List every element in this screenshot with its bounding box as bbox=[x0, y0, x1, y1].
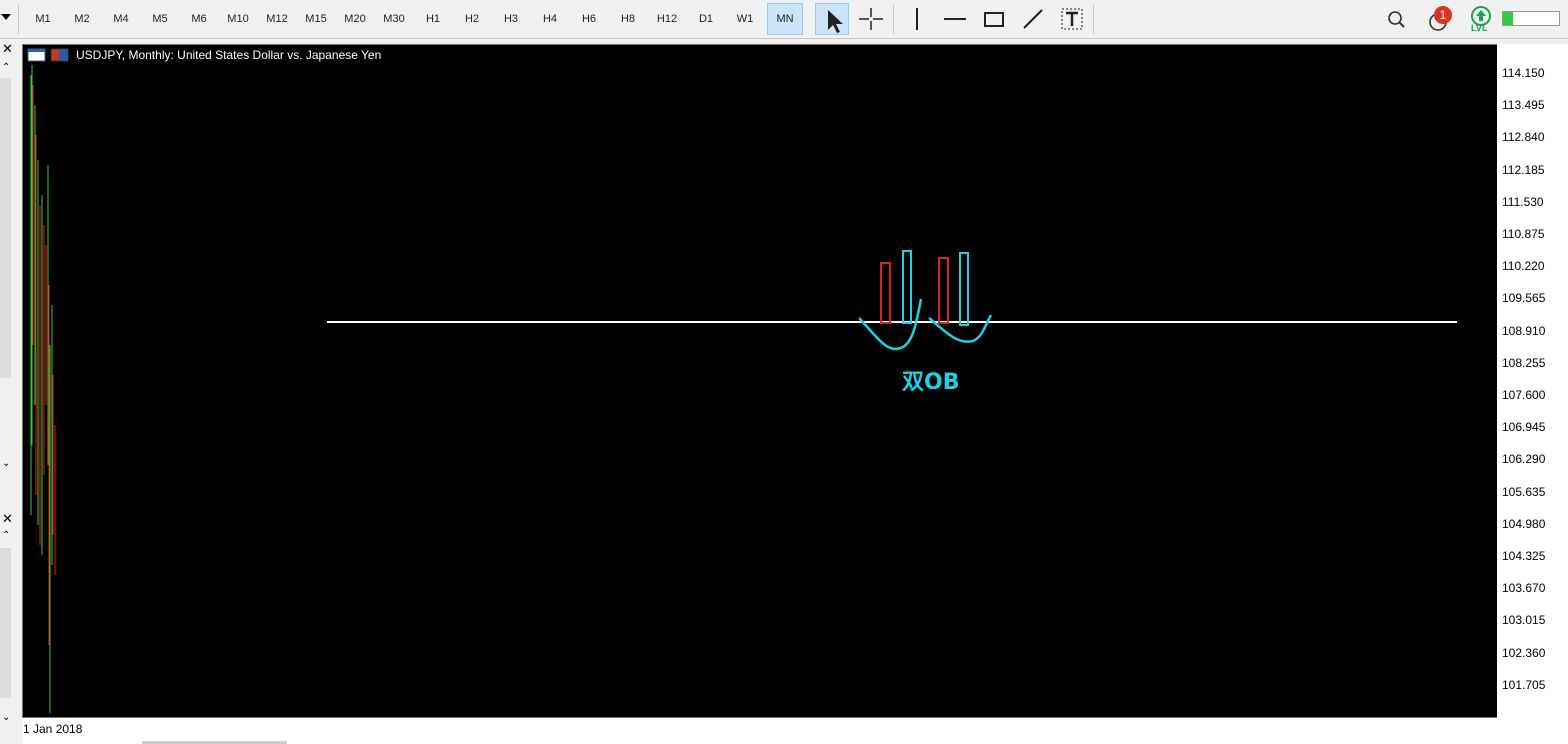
timeframe-m30[interactable]: M30 bbox=[376, 3, 412, 35]
timeframe-h3[interactable]: H3 bbox=[493, 3, 529, 35]
price-label: 109.565 bbox=[1502, 291, 1546, 306]
timeframe-h1[interactable]: H1 bbox=[415, 3, 451, 35]
text-tool-button[interactable] bbox=[1055, 3, 1089, 35]
timeframe-w1[interactable]: W1 bbox=[727, 3, 763, 35]
bearish-candle-box-1[interactable] bbox=[880, 262, 891, 324]
price-label: 102.360 bbox=[1502, 645, 1546, 660]
price-label: 106.290 bbox=[1502, 452, 1546, 467]
timeframe-h4[interactable]: H4 bbox=[532, 3, 568, 35]
cursor-tool-button[interactable] bbox=[815, 3, 849, 35]
horizontal-line-tool-button[interactable] bbox=[938, 3, 972, 35]
notification-badge: 1 bbox=[1434, 6, 1452, 24]
price-label: 103.015 bbox=[1502, 613, 1546, 628]
price-label: 113.495 bbox=[1502, 98, 1545, 113]
vertical-line-icon bbox=[916, 8, 918, 30]
price-label: 108.255 bbox=[1502, 355, 1546, 370]
search-button[interactable] bbox=[1380, 3, 1414, 35]
chart-window-icon bbox=[27, 48, 46, 62]
search-icon bbox=[1388, 11, 1405, 28]
timeframe-m4[interactable]: M4 bbox=[103, 3, 139, 35]
close-panel-button[interactable]: ✕ bbox=[2, 42, 13, 56]
candle-series bbox=[30, 65, 56, 713]
date-label: 1 Jan 2018 bbox=[23, 722, 83, 736]
panel-scrollbar[interactable] bbox=[0, 78, 11, 378]
arrow-pointer-icon bbox=[828, 10, 843, 33]
crosshair-tool-button[interactable] bbox=[854, 3, 888, 35]
scroll-up-arrow-2[interactable]: ⌃ bbox=[2, 530, 10, 541]
price-label: 107.600 bbox=[1502, 388, 1546, 402]
price-label: 104.980 bbox=[1502, 516, 1546, 531]
trendline-icon bbox=[1023, 9, 1043, 29]
rectangle-tool-button[interactable] bbox=[977, 3, 1011, 35]
chart-drawing[interactable] bbox=[23, 45, 1497, 717]
timeframe-h2[interactable]: H2 bbox=[454, 3, 490, 35]
price-label: 112.840 bbox=[1502, 130, 1545, 145]
price-label: 103.670 bbox=[1502, 581, 1546, 596]
toolbar: M1 M2 M4 M5 M6 M10 M12 M15 M20 M30 H1 H2 H3 H4 H6 H8 H12… bbox=[0, 0, 1568, 39]
price-label: 106.945 bbox=[1502, 420, 1546, 435]
vertical-line-tool-button[interactable] bbox=[900, 3, 934, 35]
bearish-candle-box-2[interactable] bbox=[938, 257, 949, 324]
timeframe-m6[interactable]: M6 bbox=[181, 3, 217, 35]
timeframe-m1[interactable]: M1 bbox=[25, 3, 61, 35]
connection-strength-fill bbox=[1503, 12, 1513, 25]
chart-annotation[interactable]: 双OB bbox=[902, 364, 959, 396]
timeframe-m5[interactable]: M5 bbox=[142, 3, 178, 35]
trendline-tool-button[interactable] bbox=[1016, 3, 1050, 35]
toolbar-separator bbox=[1093, 4, 1094, 34]
connection-status-bar[interactable] bbox=[1502, 11, 1560, 26]
left-panel-strip: ✕ ⌃ ⌄ ✕ ⌃ ⌄ bbox=[0, 40, 22, 744]
timeframe-mn[interactable]: MN bbox=[767, 3, 803, 35]
chart-canvas[interactable]: 双OB bbox=[22, 44, 1498, 718]
timeframe-m15[interactable]: M15 bbox=[298, 3, 334, 35]
price-label: 101.705 bbox=[1502, 677, 1546, 692]
bullish-candle-box-1[interactable] bbox=[902, 250, 912, 324]
flag-icon bbox=[50, 48, 69, 62]
price-label: 110.875 bbox=[1502, 227, 1545, 241]
rectangle-icon bbox=[984, 12, 1004, 27]
level-label: LVL bbox=[1471, 23, 1488, 33]
chart-title: USDJPY, Monthly: United States Dollar vs… bbox=[76, 48, 382, 62]
scroll-down-arrow[interactable]: ⌄ bbox=[2, 458, 10, 469]
price-label: 111.530 bbox=[1502, 194, 1544, 209]
text-icon bbox=[1061, 8, 1083, 30]
timeframe-m20[interactable]: M20 bbox=[337, 3, 373, 35]
close-panel-button-2[interactable]: ✕ bbox=[2, 512, 13, 526]
toolbar-separator bbox=[18, 4, 19, 34]
price-label: 110.220 bbox=[1502, 259, 1545, 274]
level-button[interactable]: LVL bbox=[1464, 3, 1498, 35]
timeframe-h8[interactable]: H8 bbox=[610, 3, 646, 35]
bullish-candle-box-2[interactable] bbox=[959, 252, 969, 326]
price-label: 105.635 bbox=[1502, 484, 1546, 499]
price-label: 112.185 bbox=[1502, 162, 1545, 177]
price-label: 104.325 bbox=[1502, 549, 1546, 563]
timeframe-m10[interactable]: M10 bbox=[220, 3, 256, 35]
timeframe-d1[interactable]: D1 bbox=[688, 3, 724, 35]
timeframe-h12[interactable]: H12 bbox=[649, 3, 685, 35]
panel-scrollbar-2[interactable] bbox=[0, 548, 11, 698]
horizontal-line-icon bbox=[944, 18, 966, 20]
time-axis[interactable]: 1 Jan 2018 bbox=[22, 718, 1568, 744]
scroll-up-arrow[interactable]: ⌃ bbox=[2, 62, 12, 73]
toolbar-separator bbox=[893, 4, 894, 34]
timeframe-m2[interactable]: M2 bbox=[64, 3, 100, 35]
scroll-down-arrow-2[interactable]: ⌄ bbox=[2, 712, 10, 723]
notifications-button[interactable]: 1 bbox=[1422, 3, 1456, 35]
dropdown-arrow-icon[interactable] bbox=[1, 14, 11, 22]
timeframe-h6[interactable]: H6 bbox=[571, 3, 607, 35]
crosshair-icon bbox=[859, 8, 883, 30]
price-label: 108.910 bbox=[1502, 323, 1546, 338]
price-label: 114.150 bbox=[1502, 66, 1545, 80]
timeframe-m12[interactable]: M12 bbox=[259, 3, 295, 35]
